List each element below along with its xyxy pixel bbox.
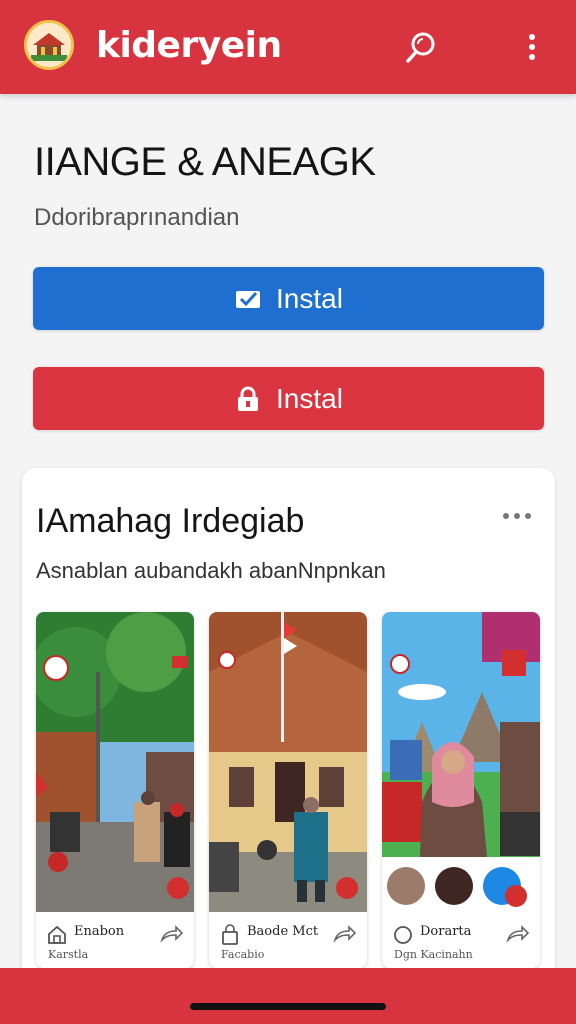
media-tile[interactable]: Baode Mct Facabio	[209, 612, 367, 968]
install-button-primary-label: Instal	[276, 282, 343, 314]
tile-title: Enabon	[74, 924, 125, 939]
search-icon[interactable]	[404, 28, 440, 68]
more-vertical-icon[interactable]	[514, 28, 550, 68]
featured-card: IAmahag Irdegiab Asnablan aubandakh aban…	[22, 468, 555, 988]
install-button-secondary[interactable]: Instal	[33, 367, 544, 430]
tile-photo-poster	[382, 612, 540, 912]
app-name: kideryein	[96, 25, 282, 66]
page-title: IIANGE & ANEAGK	[34, 140, 376, 184]
more-horizontal-icon[interactable]	[500, 508, 534, 524]
share-icon[interactable]	[506, 924, 530, 944]
app-header: kideryein	[0, 0, 576, 94]
page-subtitle: Ddoribraprınandian	[34, 204, 240, 231]
home-icon	[48, 925, 66, 944]
bag-icon	[222, 924, 238, 945]
card-title: IAmahag Irdegiab	[36, 502, 305, 540]
tile-title: Dorarta	[420, 924, 472, 939]
media-tile[interactable]: Enabon Karstla	[36, 612, 194, 968]
lock-icon	[238, 386, 259, 411]
tile-footer: Baode Mct Facabio	[209, 912, 367, 968]
tile-footer: Enabon Karstla	[36, 912, 194, 968]
circle-icon	[394, 926, 412, 944]
message-check-icon	[236, 290, 261, 308]
bottom-bar	[0, 968, 576, 1024]
tile-photo-building	[209, 612, 367, 912]
tile-footer: Dorarta Dgn Kacinahn	[382, 912, 540, 968]
tile-photo-street	[36, 612, 194, 912]
tile-title: Baode Mct	[247, 924, 319, 939]
home-indicator[interactable]	[190, 1003, 386, 1010]
tile-subtitle: Karstla	[48, 948, 89, 961]
museum-logo-icon[interactable]	[24, 20, 74, 70]
install-button-primary[interactable]: Instal	[33, 267, 544, 330]
share-icon[interactable]	[333, 924, 357, 944]
install-button-secondary-label: Instal	[276, 382, 343, 414]
media-tile[interactable]: Dorarta Dgn Kacinahn	[382, 612, 540, 968]
card-subtitle: Asnablan aubandakh abanNnpnkan	[36, 558, 386, 583]
tile-subtitle: Dgn Kacinahn	[394, 948, 473, 961]
tile-subtitle: Facabio	[221, 948, 265, 961]
share-icon[interactable]	[160, 924, 184, 944]
